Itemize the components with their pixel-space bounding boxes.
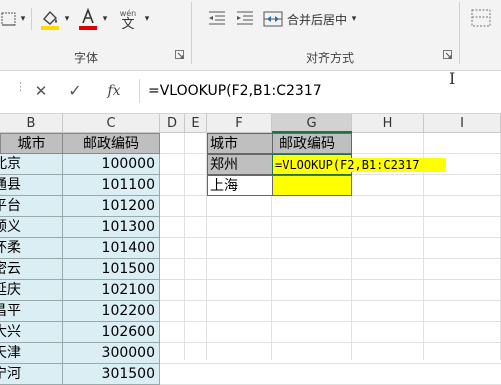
gridline-horizontal <box>160 279 501 280</box>
table1-zip-cell[interactable]: 102200 <box>63 301 160 322</box>
phonetic-icon: wén 文 <box>120 8 137 32</box>
table1-zip-cell[interactable]: 100000 <box>63 154 160 175</box>
table2-header-city[interactable]: 城市 <box>207 133 273 154</box>
table1-zip-cell[interactable]: 102600 <box>63 322 160 343</box>
table2-city-cell[interactable]: 郑州 <box>207 154 273 175</box>
name-box[interactable] <box>0 79 14 103</box>
font-color-icon <box>79 7 97 30</box>
chevron-down-icon: ▾ <box>351 14 357 24</box>
alignment-group-label: 对齐方式 <box>306 51 355 65</box>
chevron-down-icon: ▾ <box>102 14 108 24</box>
formula-cell-text: =VLOOKUP(F2,B1:C2317 <box>275 158 446 172</box>
text-cursor-icon: I <box>449 69 456 88</box>
column-header-h[interactable]: H <box>352 114 424 133</box>
table1-zip-cell[interactable]: 101300 <box>63 217 160 238</box>
table1-city-cell[interactable]: 怀柔 <box>0 238 63 259</box>
borders-button[interactable] <box>0 8 18 30</box>
merge-center-label[interactable]: 合并后居中 <box>285 8 349 30</box>
table1-zip-cell[interactable]: 101100 <box>63 175 160 196</box>
font-group-label: 字体 <box>74 51 99 65</box>
number-format-icon <box>471 9 491 27</box>
active-formula-cell[interactable]: =VLOOKUP(F2,B1:C2317 <box>272 154 446 175</box>
table1-city-cell[interactable]: 北京 <box>0 154 63 175</box>
gridline-horizontal <box>160 342 501 343</box>
table1-zip-cell[interactable]: 102100 <box>63 280 160 301</box>
indent-icon <box>209 11 225 25</box>
merge-dropdown[interactable]: ▾ <box>349 8 359 30</box>
chevron-down-icon: ▾ <box>64 14 70 24</box>
phonetic-dropdown[interactable]: ▾ <box>142 8 152 30</box>
formula-bar: ⋮ ✕ ✓ fx =VLOOKUP(F2,B1:C2317 I <box>0 69 501 114</box>
fill-color-button[interactable] <box>38 6 62 32</box>
gridline-horizontal <box>160 237 501 238</box>
font-color-dropdown[interactable]: ▾ <box>100 8 110 30</box>
chevron-down-icon: ▾ <box>144 14 150 24</box>
column-header-b[interactable]: B <box>0 114 63 133</box>
fill-color-dropdown[interactable]: ▾ <box>62 8 72 30</box>
table1-city-cell[interactable]: 通县 <box>0 175 63 196</box>
gridline-vertical <box>184 133 185 360</box>
table1-zip-cell[interactable]: 101500 <box>63 259 160 280</box>
table1-city-cell[interactable]: 天津 <box>0 343 63 364</box>
table2-zip-cell[interactable] <box>272 175 352 196</box>
enter-icon[interactable]: ✓ <box>64 79 86 103</box>
divider <box>459 2 460 64</box>
column-header-c[interactable]: C <box>63 114 160 133</box>
merge-center-icon <box>263 11 283 27</box>
name-box-handle[interactable]: ⋮ <box>15 81 26 98</box>
borders-dropdown[interactable]: ▾ <box>18 8 28 30</box>
table1-city-cell[interactable]: 密云 <box>0 259 63 280</box>
table1-city-cell[interactable]: 平台 <box>0 196 63 217</box>
cancel-icon[interactable]: ✕ <box>30 79 52 103</box>
table1-city-cell[interactable]: 延庆 <box>0 280 63 301</box>
table1-header-zip[interactable]: 邮政编码 <box>62 133 160 154</box>
gridline-horizontal <box>160 321 501 322</box>
font-color-button[interactable] <box>76 6 100 32</box>
borders-icon <box>1 12 16 26</box>
indent-icon <box>237 11 253 25</box>
table1-zip-cell[interactable]: 300000 <box>63 343 160 364</box>
column-header-f[interactable]: F <box>207 114 272 133</box>
insert-function-icon[interactable]: fx <box>100 79 128 103</box>
table2-city-cell[interactable]: 上海 <box>207 175 273 196</box>
table1-header-city[interactable]: 城市 <box>0 133 63 154</box>
number-format-button[interactable] <box>466 4 496 32</box>
gridline-horizontal <box>160 216 501 217</box>
launcher-icon[interactable] <box>443 50 453 60</box>
ribbon: ▾ ▾ ▾ wén 文 ▾ 字体 合并后居中 ▾ 对齐方式 <box>0 0 501 71</box>
gridline-horizontal <box>160 300 501 301</box>
table2-header-zip[interactable]: 邮政编码 <box>272 133 352 154</box>
fill-color-icon <box>41 10 59 30</box>
column-header-i[interactable]: I <box>424 114 501 133</box>
table1-city-cell[interactable]: 顺义 <box>0 217 63 238</box>
table1-city-cell[interactable]: 宁河 <box>0 364 63 385</box>
gridline-horizontal <box>160 258 501 259</box>
phonetic-guide-button[interactable]: wén 文 <box>114 4 142 34</box>
worksheet-grid: B C D E F G H I 城市 邮政编码 北京100000通县101100… <box>0 114 501 385</box>
divider <box>191 2 192 64</box>
indent-decrease-button[interactable] <box>206 6 228 30</box>
table1-zip-cell[interactable]: 101400 <box>63 238 160 259</box>
indent-increase-button[interactable] <box>234 6 256 30</box>
divider <box>31 8 32 30</box>
gridline-horizontal <box>160 363 501 364</box>
phonetic-char: 文 <box>121 17 135 32</box>
launcher-icon[interactable] <box>175 50 185 60</box>
formula-input[interactable]: =VLOOKUP(F2,B1:C2317 <box>139 79 448 103</box>
merge-center-button[interactable] <box>262 8 284 30</box>
chevron-down-icon: ▾ <box>20 14 26 24</box>
table1-zip-cell[interactable]: 301500 <box>63 364 160 385</box>
column-header-d[interactable]: D <box>160 114 185 133</box>
table1-city-cell[interactable]: 昌平 <box>0 301 63 322</box>
table1-city-cell[interactable]: 大兴 <box>0 322 63 343</box>
table1-zip-cell[interactable]: 101200 <box>63 196 160 217</box>
column-header-e[interactable]: E <box>185 114 207 133</box>
